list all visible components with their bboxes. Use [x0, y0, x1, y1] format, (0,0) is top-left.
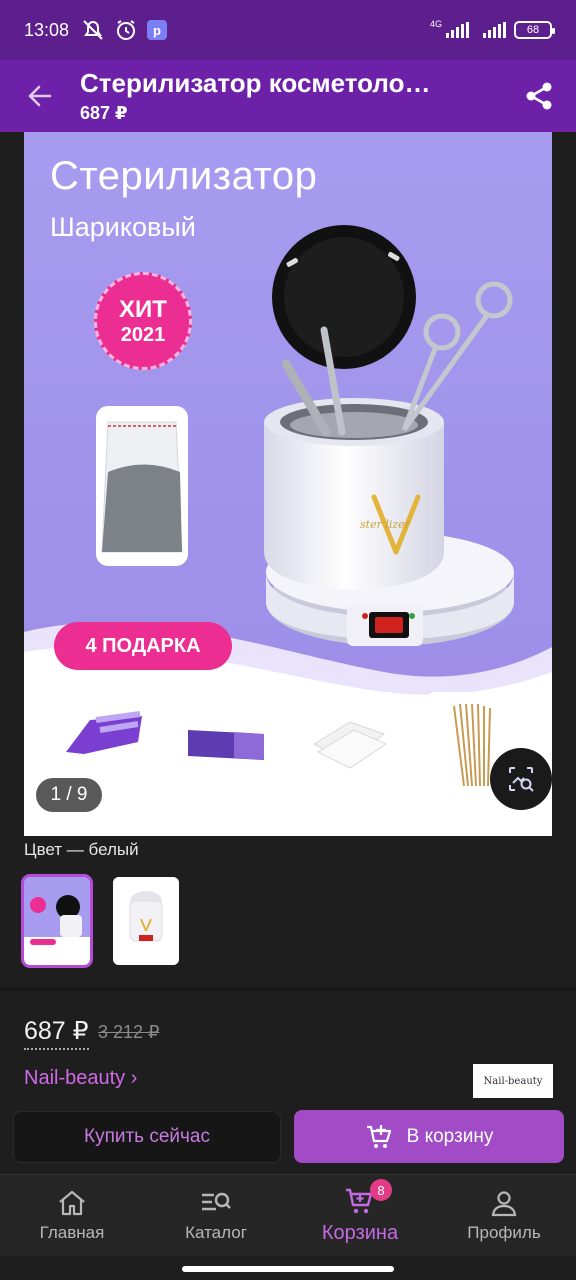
battery-icon: 68 [514, 21, 555, 39]
nav-label-profile: Профиль [467, 1222, 541, 1242]
section-divider [0, 988, 576, 990]
profile-icon [491, 1190, 517, 1216]
battery-level: 68 [526, 24, 540, 36]
back-button[interactable] [0, 60, 80, 132]
variant-image-1 [24, 877, 90, 965]
color-label: Цвет — белый [24, 840, 139, 859]
svg-text:р: р [153, 23, 161, 38]
seller-logo: Nail-beauty [473, 1064, 553, 1098]
device-brand-text: ster lizer [360, 518, 411, 531]
image-search-icon [509, 767, 534, 792]
status-notification-icons: р [81, 19, 168, 41]
network-type: 4G [429, 19, 442, 29]
share-icon [526, 82, 552, 110]
mute-icon [83, 20, 103, 40]
nav-label-catalog: Каталог [185, 1222, 247, 1242]
seller-link[interactable]: Nail-beauty › [24, 1067, 137, 1090]
status-system-icons: 4G 68 [429, 19, 555, 39]
cart-count-badge: 8 [370, 1179, 392, 1201]
signal-icon-2 [483, 22, 506, 38]
hit-badge-label: ХИТ [119, 295, 167, 323]
variant-thumbnail-1[interactable] [21, 874, 93, 968]
title-block: Стерилизатор косметоло… 687 ₽ [80, 68, 502, 124]
buy-now-button[interactable]: Купить сейчас [13, 1111, 281, 1163]
image-search-button[interactable] [490, 748, 552, 810]
share-button[interactable] [502, 60, 576, 132]
page-subtitle-price: 687 ₽ [80, 103, 128, 123]
nav-label-home: Главная [39, 1222, 105, 1242]
add-to-cart-label: В корзину [406, 1125, 494, 1147]
catalog-search-icon [202, 1192, 231, 1210]
nav-item-cart[interactable]: 8 Корзина [288, 1175, 432, 1256]
home-indicator[interactable] [182, 1266, 394, 1272]
add-to-cart-button[interactable]: В корзину [294, 1110, 564, 1163]
banner-title: Стерилизатор [50, 154, 318, 198]
arrow-left-icon [28, 85, 52, 107]
nav-item-profile[interactable]: Профиль [432, 1175, 576, 1256]
current-price: 687 ₽ [24, 1016, 89, 1050]
cart-plus-icon [366, 1124, 391, 1148]
alarm-icon [117, 20, 136, 40]
banner-subtitle: Шариковый [50, 212, 196, 242]
signal-icon [446, 22, 469, 38]
nav-item-home[interactable]: Главная [0, 1175, 144, 1256]
bottom-navigation: Главная Каталог 8 Корзина Профиль [0, 1174, 576, 1256]
top-app-bar: Стерилизатор косметоло… 687 ₽ [0, 60, 576, 132]
status-bar: 13:08 р 4G 68 [0, 0, 576, 60]
status-time: 13:08 [24, 19, 70, 40]
variant-thumbnail-2[interactable] [113, 877, 179, 965]
page-title: Стерилизатор косметоло… [80, 68, 431, 98]
nav-label-cart: Корзина [321, 1222, 399, 1244]
old-price: 3 212 ₽ [98, 1022, 160, 1042]
hit-badge: ХИТ 2021 [94, 272, 192, 370]
image-counter: 1 / 9 [36, 778, 102, 812]
home-icon [59, 1190, 85, 1215]
nav-item-catalog[interactable]: Каталог [144, 1175, 288, 1256]
app-notification-icon: р [147, 20, 168, 40]
product-image-gallery[interactable]: ster lizer Стерилизатор Шариковый ХИТ 20… [24, 132, 552, 836]
gifts-label: 4 ПОДАРКА [54, 622, 232, 670]
hit-badge-year: 2021 [120, 323, 166, 346]
product-page: 13:08 р 4G 68 Стерилизатор косметоло… 68… [0, 0, 576, 1280]
variant-image-2 [113, 877, 179, 965]
